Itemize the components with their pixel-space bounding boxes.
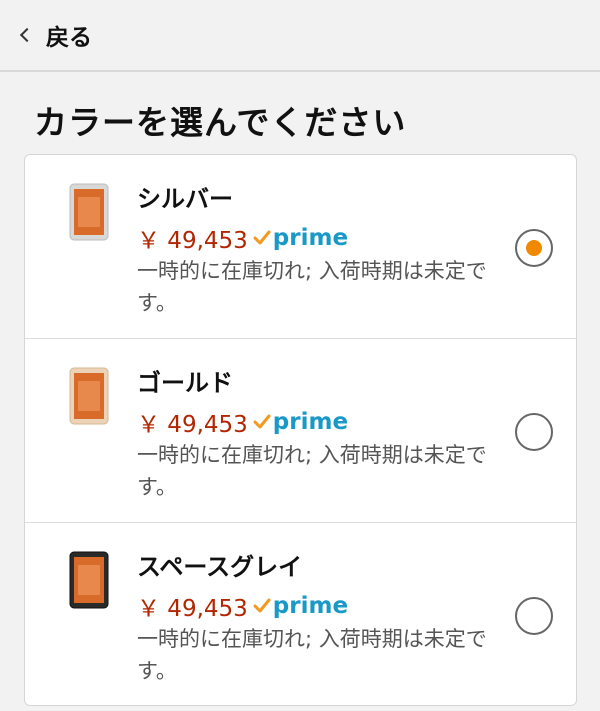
- color-option-silver[interactable]: シルバー ￥ 49,453 prime 一時的に在庫切れ; 入荷時期は未定です。: [25, 155, 576, 339]
- ipad-space-gray-thumbnail: [69, 551, 109, 609]
- stock-status: 一時的に在庫切れ; 入荷時期は未定です。: [137, 443, 487, 499]
- radio-button[interactable]: [515, 413, 553, 451]
- color-option-gold[interactable]: ゴールド ￥ 49,453 prime 一時的に在庫切れ; 入荷時期は未定です。: [25, 339, 576, 523]
- option-name: スペースグレイ: [137, 553, 303, 581]
- prime-badge: prime: [272, 225, 349, 251]
- prime-badge: prime: [272, 409, 349, 435]
- back-button[interactable]: 戻る: [19, 18, 92, 52]
- price-row: ￥ 49,453 prime: [137, 221, 348, 255]
- radio-button-selected[interactable]: [515, 229, 553, 267]
- price-row: ￥ 49,453 prime: [137, 405, 348, 439]
- option-name: ゴールド: [137, 369, 233, 397]
- prime-badge: prime: [272, 593, 349, 619]
- price: ￥ 49,453: [137, 596, 248, 622]
- ipad-silver-thumbnail: [69, 183, 109, 241]
- ipad-gold-thumbnail: [69, 367, 109, 425]
- radio-button[interactable]: [515, 597, 553, 635]
- chevron-left-icon: [19, 27, 35, 43]
- price: ￥ 49,453: [137, 412, 248, 438]
- stock-status: 一時的に在庫切れ; 入荷時期は未定です。: [137, 627, 487, 683]
- price: ￥ 49,453: [137, 228, 248, 254]
- prime-check-icon: [253, 598, 271, 613]
- prime-check-icon: [253, 414, 271, 429]
- page-heading: カラーを選んでください: [34, 103, 407, 142]
- back-label: 戻る: [46, 25, 92, 51]
- prime-check-icon: [253, 230, 271, 245]
- stock-status: 一時的に在庫切れ; 入荷時期は未定です。: [137, 259, 487, 315]
- top-bar: 戻る: [0, 0, 600, 72]
- price-row: ￥ 49,453 prime: [137, 589, 348, 623]
- color-option-space-gray[interactable]: スペースグレイ ￥ 49,453 prime 一時的に在庫切れ; 入荷時期は未定…: [25, 523, 576, 705]
- color-options-list: シルバー ￥ 49,453 prime 一時的に在庫切れ; 入荷時期は未定です。…: [24, 154, 577, 706]
- option-name: シルバー: [137, 185, 233, 213]
